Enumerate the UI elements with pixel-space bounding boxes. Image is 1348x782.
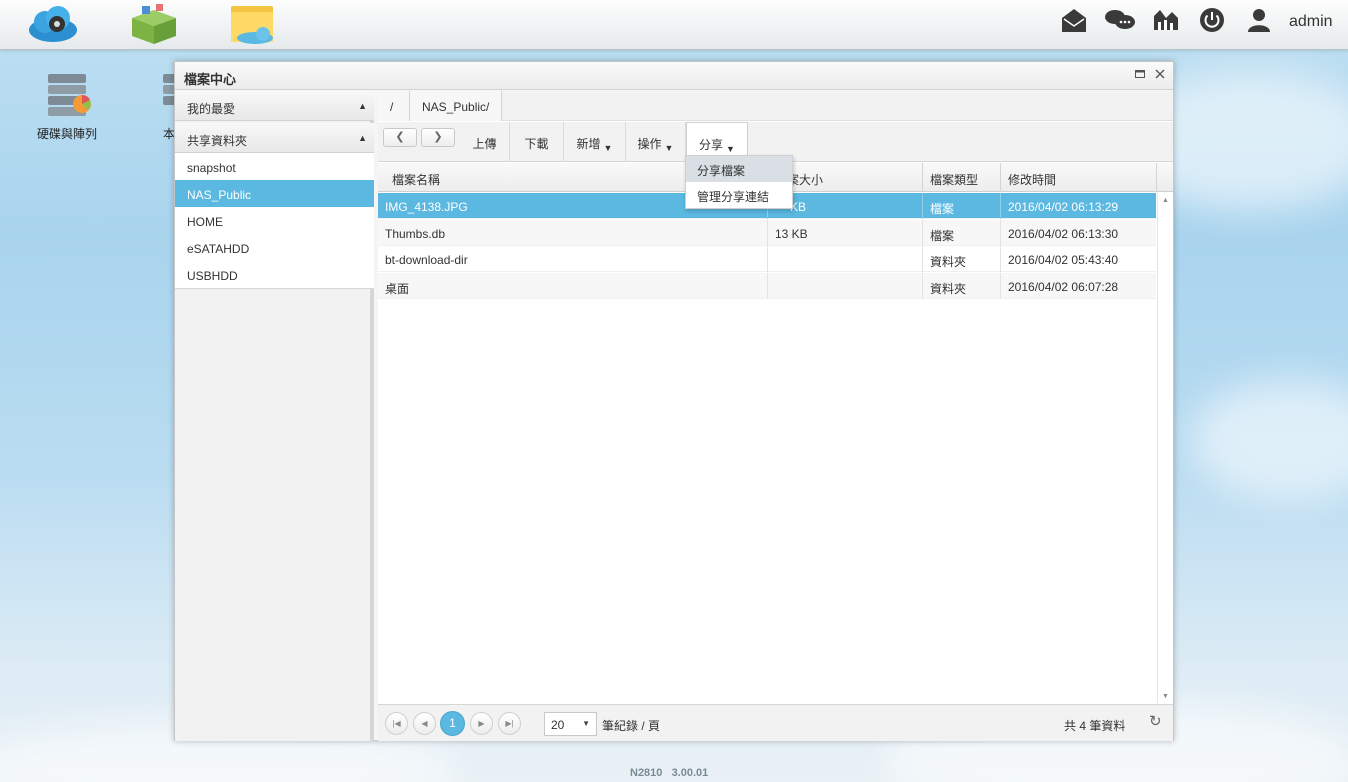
menu-item-share-file[interactable]: 分享檔案 <box>686 156 792 182</box>
actions-label: 操作 <box>637 137 662 151</box>
next-page-button[interactable]: ▶ <box>470 712 493 735</box>
file-type-cell: 資料夾 <box>923 273 1001 299</box>
scroll-down-icon[interactable]: ▼ <box>1162 693 1169 700</box>
dropdown-arrow-icon: ▼ <box>603 143 613 153</box>
download-button[interactable]: 下載 <box>510 122 564 162</box>
page-size-value: 20 <box>551 718 565 732</box>
window-titlebar[interactable]: 檔案中心 <box>175 62 1173 90</box>
folder-item-nas-public[interactable]: NAS_Public <box>175 180 374 207</box>
file-name-cell: bt-download-dir <box>378 246 768 272</box>
next-page-icon: ▶ <box>478 719 485 728</box>
column-header-modified[interactable]: 修改時間 <box>1001 163 1157 192</box>
chevron-right-icon: ❯ <box>433 131 443 143</box>
folder-item-home[interactable]: HOME <box>175 207 374 234</box>
cloud-app-icon[interactable] <box>27 2 79 46</box>
cloud-decoration <box>1190 380 1348 500</box>
dropdown-arrow-icon: ▼ <box>726 144 735 154</box>
per-page-label: 筆紀錄 / 頁 <box>602 719 661 733</box>
upload-button[interactable]: 上傳 <box>460 122 510 162</box>
collapse-arrow-icon[interactable]: ▲ <box>358 133 367 143</box>
app-center-icon[interactable] <box>128 2 180 46</box>
actions-button[interactable]: 操作 ▼ <box>626 122 686 162</box>
top-bar: admin <box>0 0 1348 50</box>
file-type-cell: 檔案 <box>923 220 1001 246</box>
menu-item-manage-share-links[interactable]: 管理分享連結 <box>686 182 792 208</box>
storage-icon <box>48 74 91 116</box>
download-label: 下載 <box>524 137 549 151</box>
chevron-left-icon: ❮ <box>395 131 405 143</box>
file-modified-cell: 2016/04/02 05:43:40 <box>1008 253 1119 267</box>
monitor-icon[interactable] <box>1152 6 1180 34</box>
desktop-icon-label: 硬碟與陣列 <box>36 127 97 141</box>
last-page-icon: ▶| <box>505 719 514 728</box>
window-title: 檔案中心 <box>184 72 237 87</box>
desktop-icon-storage[interactable]: 硬碟與陣列 <box>34 72 100 142</box>
username-label[interactable]: admin <box>1289 13 1333 31</box>
scroll-up-icon[interactable]: ▲ <box>1162 197 1169 204</box>
breadcrumb-root[interactable]: / <box>378 91 410 121</box>
pagination-bar: |◀ ◀ 1 ▶ ▶| 20 ▼ 筆紀錄 / 頁 共 4 筆資料 ↻ <box>378 704 1173 741</box>
file-center-icon[interactable] <box>227 2 279 46</box>
first-page-button[interactable]: |◀ <box>385 712 408 735</box>
maximize-icon[interactable] <box>1134 69 1146 81</box>
favorites-header[interactable]: 我的最愛 ▲ <box>175 91 374 121</box>
current-page-button[interactable]: 1 <box>440 711 465 736</box>
page-size-select[interactable]: 20 ▼ <box>544 712 597 736</box>
prev-page-icon: ◀ <box>421 719 428 728</box>
upload-label: 上傳 <box>472 137 497 151</box>
last-page-button[interactable]: ▶| <box>498 712 521 735</box>
file-center-window: 檔案中心 我的最愛 ▲ 共享資料夾 ▲ snapshot NAS_Public … <box>174 61 1174 741</box>
file-type-cell: 檔案 <box>923 193 1001 219</box>
vertical-scrollbar[interactable]: ▲ ▼ <box>1157 193 1173 703</box>
shared-folder-list: snapshot NAS_Public HOME eSATAHDD USBHDD <box>175 153 374 289</box>
mail-icon[interactable] <box>1060 6 1088 34</box>
first-page-icon: |◀ <box>392 719 401 728</box>
file-size-cell <box>768 246 923 272</box>
table-row[interactable]: Thumbs.db 13 KB 檔案 2016/04/02 06:13:30 <box>378 220 1156 246</box>
file-modified-cell: 2016/04/02 06:13:30 <box>1008 227 1119 241</box>
refresh-icon[interactable]: ↻ <box>1149 712 1162 730</box>
new-label: 新增 <box>576 137 601 151</box>
file-name-cell: Thumbs.db <box>378 220 768 246</box>
prev-page-button[interactable]: ◀ <box>413 712 436 735</box>
folder-item-esatahdd[interactable]: eSATAHDD <box>175 234 374 261</box>
share-dropdown-menu: 分享檔案 管理分享連結 <box>685 155 793 209</box>
forward-button[interactable]: ❯ <box>421 128 455 147</box>
shared-folders-label: 共享資料夾 <box>187 134 248 148</box>
close-icon[interactable] <box>1154 69 1166 81</box>
dropdown-arrow-icon: ▼ <box>664 143 674 153</box>
table-row[interactable]: bt-download-dir 資料夾 2016/04/02 05:43:40 <box>378 246 1156 272</box>
folder-item-snapshot[interactable]: snapshot <box>175 153 374 180</box>
folder-sidebar: 我的最愛 ▲ 共享資料夾 ▲ snapshot NAS_Public HOME … <box>175 91 374 741</box>
file-modified-cell: 2016/04/02 06:13:29 <box>1008 200 1119 214</box>
favorites-label: 我的最愛 <box>187 102 236 116</box>
breadcrumb-folder[interactable]: NAS_Public/ <box>410 91 503 121</box>
file-modified-cell: 2016/04/02 06:07:28 <box>1008 280 1119 294</box>
breadcrumb: / NAS_Public/ <box>378 91 1173 121</box>
new-button[interactable]: 新增 ▼ <box>564 122 626 162</box>
user-icon[interactable] <box>1245 6 1273 34</box>
table-row[interactable]: 桌面 資料夾 2016/04/02 06:07:28 <box>378 273 1156 299</box>
file-type-cell: 資料夾 <box>923 246 1001 272</box>
power-icon[interactable] <box>1198 6 1226 34</box>
file-size-cell: 13 KB <box>768 220 923 246</box>
file-size-cell <box>768 273 923 299</box>
dropdown-arrow-icon: ▼ <box>582 719 590 728</box>
back-button[interactable]: ❮ <box>383 128 417 147</box>
column-header-type[interactable]: 檔案類型 <box>923 163 1001 192</box>
version-label: N2810 3.00.01 <box>630 767 709 779</box>
chat-icon[interactable] <box>1104 6 1135 34</box>
share-label: 分享 <box>699 138 724 152</box>
folder-item-usbhdd[interactable]: USBHDD <box>175 261 374 288</box>
collapse-arrow-icon[interactable]: ▲ <box>358 101 367 111</box>
shared-folders-header[interactable]: 共享資料夾 ▲ <box>175 123 374 153</box>
total-records-label: 共 4 筆資料 <box>1064 719 1126 733</box>
file-name-cell: 桌面 <box>378 273 768 299</box>
